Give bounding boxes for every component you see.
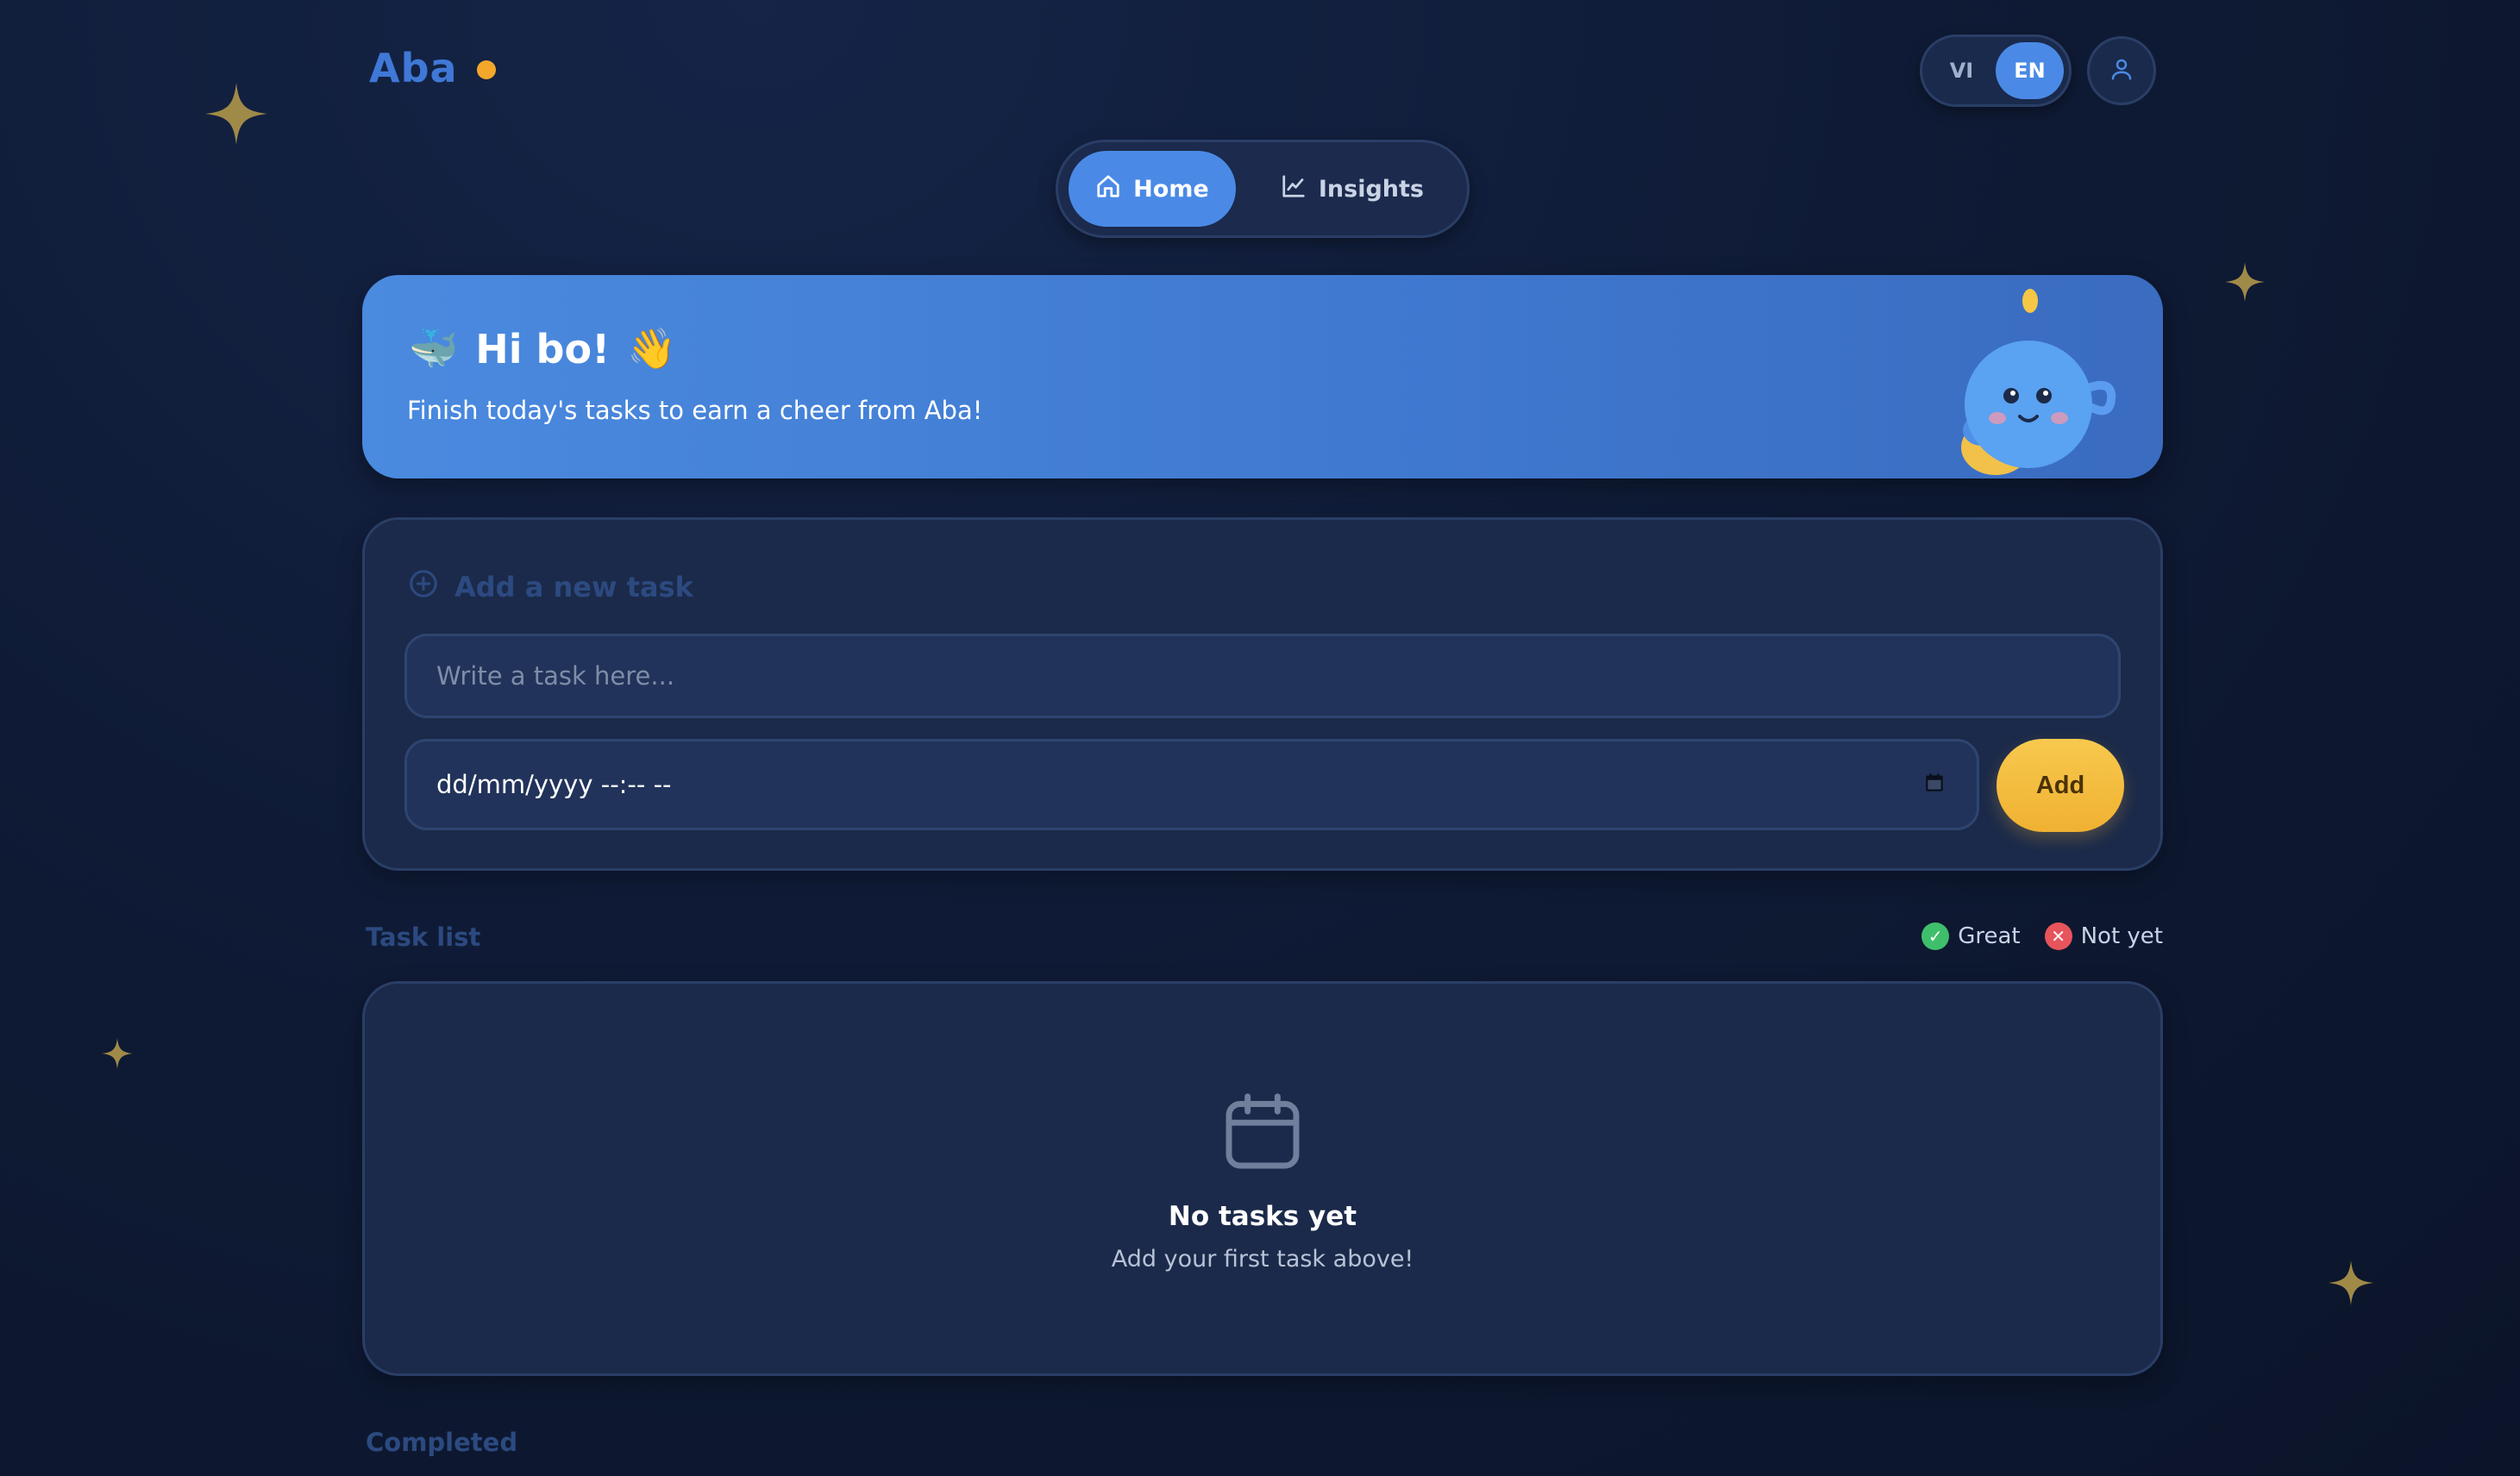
profile-button[interactable] [2087, 36, 2156, 105]
main-nav: Home Insights [1056, 140, 1470, 238]
task-list-card: No tasks yet Add your first task above! [362, 981, 2163, 1376]
user-icon [2109, 56, 2134, 85]
sparkle-icon [205, 83, 267, 145]
add-button[interactable]: Add [1997, 739, 2124, 832]
sparkle-icon [102, 1038, 133, 1069]
legend-great-label: Great [1958, 923, 2021, 949]
app-logo[interactable]: Aba [369, 45, 496, 91]
tab-insights-label: Insights [1318, 175, 1424, 203]
mascot-illustration [1939, 284, 2128, 478]
datetime-input[interactable]: dd/mm/yyyy --:-- -- [404, 739, 1979, 830]
tab-home[interactable]: Home [1069, 151, 1236, 227]
sparkle-icon [2329, 1260, 2373, 1305]
add-task-card: Add a new task dd/mm/yyyy --:-- -- Add [362, 517, 2163, 871]
logo-text: Aba [369, 45, 458, 91]
lang-option-vi[interactable]: VI [1928, 42, 1996, 99]
legend-not-yet: ✕ Not yet [2044, 922, 2163, 950]
chart-line-icon [1281, 173, 1307, 205]
calendar-picker-icon[interactable] [1923, 772, 1946, 797]
check-icon: ✓ [1921, 922, 1950, 950]
add-task-heading: Add a new task [454, 571, 693, 604]
lang-option-en[interactable]: EN [1996, 42, 2064, 99]
greeting-subtitle: Finish today's tasks to earn a cheer fro… [407, 396, 983, 425]
status-legend: ✓ Great ✕ Not yet [1921, 922, 2163, 950]
sparkle-icon [2225, 262, 2265, 302]
language-toggle[interactable]: VI EN [1920, 34, 2072, 107]
empty-subtitle: Add your first task above! [1111, 1246, 1414, 1273]
completed-heading: Completed [366, 1428, 518, 1457]
tab-insights[interactable]: Insights [1248, 151, 1457, 227]
logo-dot [476, 60, 496, 79]
cross-icon: ✕ [2044, 922, 2072, 950]
greeting-title-row: 🐳 Hi bo! 👋 [409, 325, 676, 372]
task-input[interactable] [404, 634, 2121, 718]
legend-not-yet-label: Not yet [2080, 923, 2163, 949]
greeting-banner: 🐳 Hi bo! 👋 Finish today's tasks to earn … [362, 275, 2163, 478]
tab-home-label: Home [1133, 175, 1209, 203]
home-icon [1095, 173, 1121, 205]
calendar-icon [1218, 1087, 1307, 1180]
empty-title: No tasks yet [1168, 1201, 1357, 1232]
whale-emoji: 🐳 [409, 325, 459, 372]
empty-state: No tasks yet Add your first task above! [365, 1087, 2160, 1273]
task-list-heading: Task list [366, 922, 481, 952]
greeting-title: Hi bo! [475, 325, 611, 372]
add-task-heading-row: Add a new task [408, 568, 693, 606]
plus-circle-icon [408, 568, 439, 606]
wave-emoji: 👋 [627, 325, 677, 372]
datetime-value: dd/mm/yyyy --:-- -- [436, 770, 672, 799]
legend-great: ✓ Great [1921, 922, 2021, 950]
